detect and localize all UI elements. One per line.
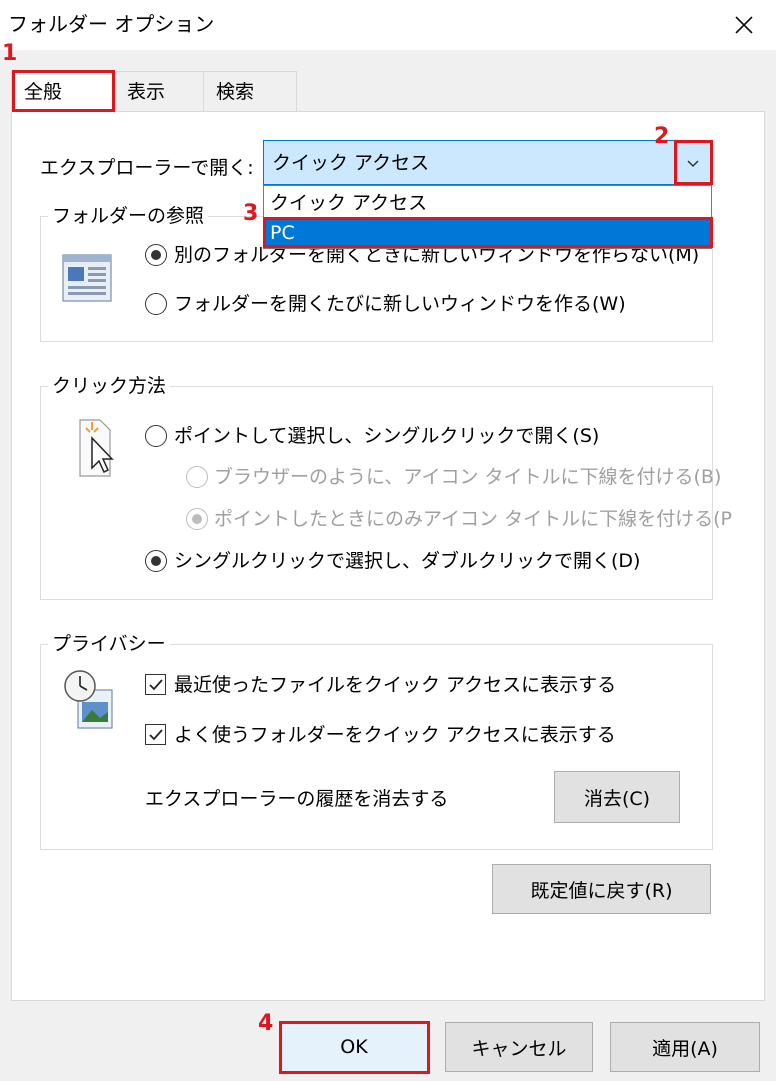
window-title: フォルダー オプション [8,12,215,36]
radio-new-window[interactable] [145,293,167,315]
annotation-box-dropdown-arrow [674,140,713,185]
radio-same-window[interactable] [145,244,167,266]
dropdown-option-quick-access[interactable]: クイック アクセス [264,188,711,218]
privacy-legend: プライバシー [48,631,170,657]
radio-underline-point-label: ポイントしたときにのみアイコン タイトルに下線を付ける(P [214,508,732,530]
close-button[interactable] [724,6,764,44]
radio-double-click-label: シングルクリックで選択し、ダブルクリックで開く(D) [174,550,641,572]
annotation-box-pc-option [263,217,713,248]
open-explorer-combobox[interactable]: クイック アクセス [263,140,712,185]
tab-view[interactable]: 表示 [114,71,204,111]
click-method-legend: クリック方法 [48,373,171,399]
checkmark-icon [148,678,163,690]
clear-history-label: エクスプローラーの履歴を消去する [145,788,449,810]
cancel-button[interactable]: キャンセル [445,1022,593,1072]
radio-new-window-label: フォルダーを開くたびに新しいウィンドウを作る(W) [174,293,626,315]
restore-defaults-button[interactable]: 既定値に戻す(R) [492,864,711,914]
click-cursor-icon [79,419,114,477]
radio-underline-browser[interactable] [186,466,208,488]
close-icon [735,16,753,34]
browse-folders-legend: フォルダーの参照 [48,203,209,229]
annotation-box-ok-button [279,1021,430,1074]
checkbox-recent-files[interactable] [145,674,166,695]
annotation-number-3: 3 [243,201,259,226]
clear-history-button[interactable]: 消去(C) [554,771,680,823]
open-explorer-value: クイック アクセス [272,152,430,174]
checkbox-frequent-folders[interactable] [145,724,166,745]
tab-search[interactable]: 検索 [203,71,297,111]
annotation-box-tab-general [12,70,115,112]
radio-double-click[interactable] [145,550,167,572]
checkmark-icon [148,728,163,740]
checkbox-frequent-folders-label: よく使うフォルダーをクイック アクセスに表示する [174,724,616,746]
radio-underline-point[interactable] [186,508,208,530]
annotation-number-1: 1 [2,41,18,66]
radio-single-click[interactable] [145,425,167,447]
radio-single-click-label: ポイントして選択し、シングルクリックで開く(S) [174,425,600,447]
open-explorer-label: エクスプローラーで開く: [40,157,254,179]
annotation-number-4: 4 [258,1011,274,1036]
folder-window-icon [62,254,112,302]
checkbox-recent-files-label: 最近使ったファイルをクイック アクセスに表示する [174,674,617,696]
annotation-number-2: 2 [654,124,670,149]
apply-button[interactable]: 適用(A) [610,1022,760,1072]
privacy-clock-icon [64,670,113,729]
radio-underline-browser-label: ブラウザーのように、アイコン タイトルに下線を付ける(B) [214,466,722,488]
